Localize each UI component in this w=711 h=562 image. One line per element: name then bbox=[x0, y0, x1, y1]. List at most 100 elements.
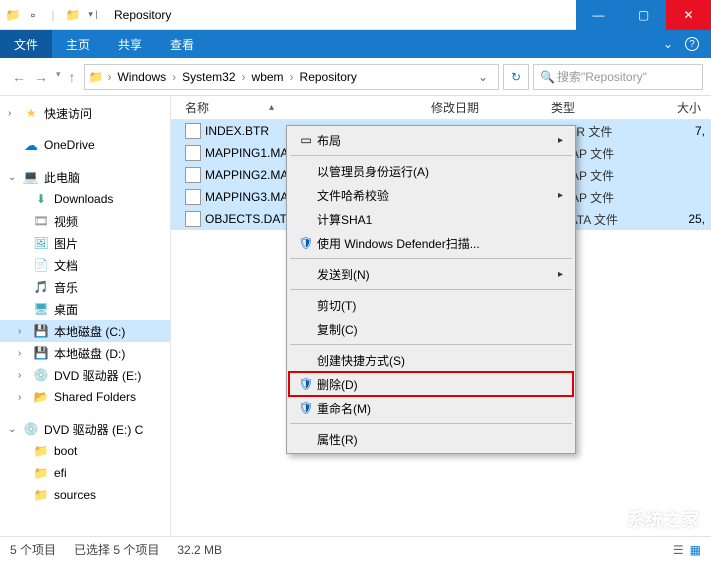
qat-icon[interactable]: ▫ bbox=[24, 6, 42, 24]
tree-boot[interactable]: 📁boot bbox=[0, 440, 170, 462]
submenu-arrow-icon: ▸ bbox=[558, 269, 563, 280]
tree-downloads[interactable]: ⬇ Downloads bbox=[0, 188, 170, 210]
view-details-icon[interactable]: ☰ bbox=[673, 543, 684, 557]
tab-view[interactable]: 查看 bbox=[156, 30, 208, 58]
shield-icon: 🛡 bbox=[295, 401, 317, 415]
tree-label: boot bbox=[54, 444, 77, 458]
file-icon bbox=[185, 211, 201, 227]
menu-shortcut[interactable]: 创建快捷方式(S) bbox=[289, 348, 573, 372]
tree-label: 桌面 bbox=[54, 301, 78, 318]
sort-arrow-icon: ▴ bbox=[269, 102, 274, 113]
menu-label: 属性(R) bbox=[317, 431, 358, 448]
disk-icon: 💾 bbox=[32, 324, 50, 338]
tree-videos[interactable]: 🎞视频 bbox=[0, 210, 170, 232]
column-type[interactable]: 类型 bbox=[551, 99, 651, 116]
maximize-button[interactable]: ▢ bbox=[621, 0, 666, 30]
breadcrumb-item[interactable]: Windows bbox=[113, 70, 170, 84]
tree-label: 图片 bbox=[54, 235, 78, 252]
tree-disk-c[interactable]: ›💾本地磁盘 (C:) bbox=[0, 320, 170, 342]
menu-separator bbox=[290, 155, 572, 156]
navigation-pane: ›★快速访问 ☁OneDrive ⌄💻此电脑 ⬇ Downloads 🎞视频 🖼图… bbox=[0, 96, 171, 536]
dvd-icon: 💿 bbox=[22, 422, 40, 436]
ribbon-expand-icon[interactable]: ⌄ bbox=[663, 37, 673, 51]
breadcrumb-sep: › bbox=[170, 70, 178, 84]
menu-defender[interactable]: 🛡使用 Windows Defender扫描... bbox=[289, 231, 573, 255]
menu-cut[interactable]: 剪切(T) bbox=[289, 293, 573, 317]
breadcrumb[interactable]: 📁 › Windows › System32 › wbem › Reposito… bbox=[84, 64, 499, 90]
address-dropdown-icon[interactable]: ⌄ bbox=[472, 70, 494, 84]
column-size[interactable]: 大小 bbox=[651, 99, 711, 116]
back-button[interactable]: ← bbox=[12, 69, 26, 85]
tree-onedrive[interactable]: ☁OneDrive bbox=[0, 134, 170, 156]
menu-delete[interactable]: 🛡删除(D) bbox=[289, 372, 573, 396]
file-name: MAPPING1.MA bbox=[205, 146, 288, 160]
menu-label: 发送到(N) bbox=[317, 266, 370, 283]
breadcrumb-sep: › bbox=[288, 70, 296, 84]
menu-separator bbox=[290, 258, 572, 259]
tree-sources[interactable]: 📁 sources bbox=[0, 484, 170, 506]
menu-label: 创建快捷方式(S) bbox=[317, 352, 405, 369]
menu-layout[interactable]: ▭布局▸ bbox=[289, 128, 573, 152]
ribbon-help-area: ⌄ ? bbox=[651, 37, 711, 51]
file-icon bbox=[185, 123, 201, 139]
folder-icon: 📁 bbox=[89, 70, 104, 84]
forward-button[interactable]: → bbox=[34, 69, 48, 85]
quick-access-toolbar: 📁 ▫ | 📁 ▾ | bbox=[0, 6, 106, 24]
tree-documents[interactable]: 📄文档 bbox=[0, 254, 170, 276]
menu-rename[interactable]: 🛡重命名(M) bbox=[289, 396, 573, 420]
titlebar: 📁 ▫ | 📁 ▾ | Repository — ▢ ✕ bbox=[0, 0, 711, 30]
breadcrumb-item[interactable]: Repository bbox=[296, 70, 361, 84]
tree-disk-d[interactable]: ›💾本地磁盘 (D:) bbox=[0, 342, 170, 364]
up-button[interactable]: ↑ bbox=[69, 69, 76, 85]
tree-label: sources bbox=[54, 488, 96, 502]
menu-run-as-admin[interactable]: 以管理员身份运行(A) bbox=[289, 159, 573, 183]
menu-sendto[interactable]: 发送到(N) ▸ bbox=[289, 262, 573, 286]
view-large-icon[interactable]: ▦ bbox=[690, 543, 701, 557]
tree-label: DVD 驱动器 (E:) C bbox=[44, 421, 143, 438]
layout-icon: ▭ bbox=[295, 133, 317, 147]
tab-file[interactable]: 文件 bbox=[0, 30, 52, 58]
tree-this-pc[interactable]: ⌄💻此电脑 bbox=[0, 166, 170, 188]
tree-label: Downloads bbox=[54, 192, 113, 206]
menu-label: 剪切(T) bbox=[317, 297, 356, 314]
tree-desktop[interactable]: 🖥桌面 bbox=[0, 298, 170, 320]
recent-dropdown-icon[interactable]: ▾ bbox=[56, 69, 61, 85]
file-size: 7, bbox=[661, 124, 711, 138]
search-input[interactable]: 🔍 搜索"Repository" bbox=[533, 64, 703, 90]
breadcrumb-item[interactable]: System32 bbox=[178, 70, 239, 84]
help-icon[interactable]: ? bbox=[685, 37, 699, 51]
menu-copy[interactable]: 复制(C) bbox=[289, 317, 573, 341]
menu-hash[interactable]: 文件哈希校验▸ bbox=[289, 183, 573, 207]
tree-music[interactable]: 🎵音乐 bbox=[0, 276, 170, 298]
tree-pictures[interactable]: 🖼图片 bbox=[0, 232, 170, 254]
column-date[interactable]: 修改日期 bbox=[431, 99, 551, 116]
close-button[interactable]: ✕ bbox=[666, 0, 711, 30]
file-size: 25, bbox=[661, 212, 711, 226]
file-icon bbox=[185, 145, 201, 161]
folder-icon: 📁 bbox=[4, 6, 22, 24]
breadcrumb-item[interactable]: wbem bbox=[248, 70, 288, 84]
videos-icon: 🎞 bbox=[32, 214, 50, 228]
file-type: BTR 文件 bbox=[561, 123, 661, 140]
menu-label: 布局 bbox=[317, 132, 341, 149]
menu-label: 文件哈希校验 bbox=[317, 187, 389, 204]
menu-label: 重命名(M) bbox=[317, 400, 371, 417]
downloads-icon: ⬇ bbox=[32, 192, 50, 206]
column-name[interactable]: 名称▴ bbox=[171, 99, 431, 116]
tree-shared-folders[interactable]: ›📂Shared Folders bbox=[0, 386, 170, 408]
shield-icon: 🛡 bbox=[295, 236, 317, 250]
file-type: MAP 文件 bbox=[561, 189, 661, 206]
tree-efi[interactable]: 📁efi bbox=[0, 462, 170, 484]
qat-dropdown-icon[interactable]: ▾ | bbox=[84, 6, 102, 24]
tree-dvd-e2[interactable]: ⌄💿DVD 驱动器 (E:) C bbox=[0, 418, 170, 440]
refresh-button[interactable]: ↻ bbox=[503, 64, 529, 90]
menu-properties[interactable]: 属性(R) bbox=[289, 427, 573, 451]
minimize-button[interactable]: — bbox=[576, 0, 621, 30]
tree-dvd-e[interactable]: ›💿DVD 驱动器 (E:) bbox=[0, 364, 170, 386]
tab-share[interactable]: 共享 bbox=[104, 30, 156, 58]
folder-icon: 📁 bbox=[32, 488, 50, 502]
tree-quick-access[interactable]: ›★快速访问 bbox=[0, 102, 170, 124]
menu-sha1[interactable]: 计算SHA1 bbox=[289, 207, 573, 231]
tab-home[interactable]: 主页 bbox=[52, 30, 104, 58]
file-name: MAPPING3.MA bbox=[205, 190, 288, 204]
